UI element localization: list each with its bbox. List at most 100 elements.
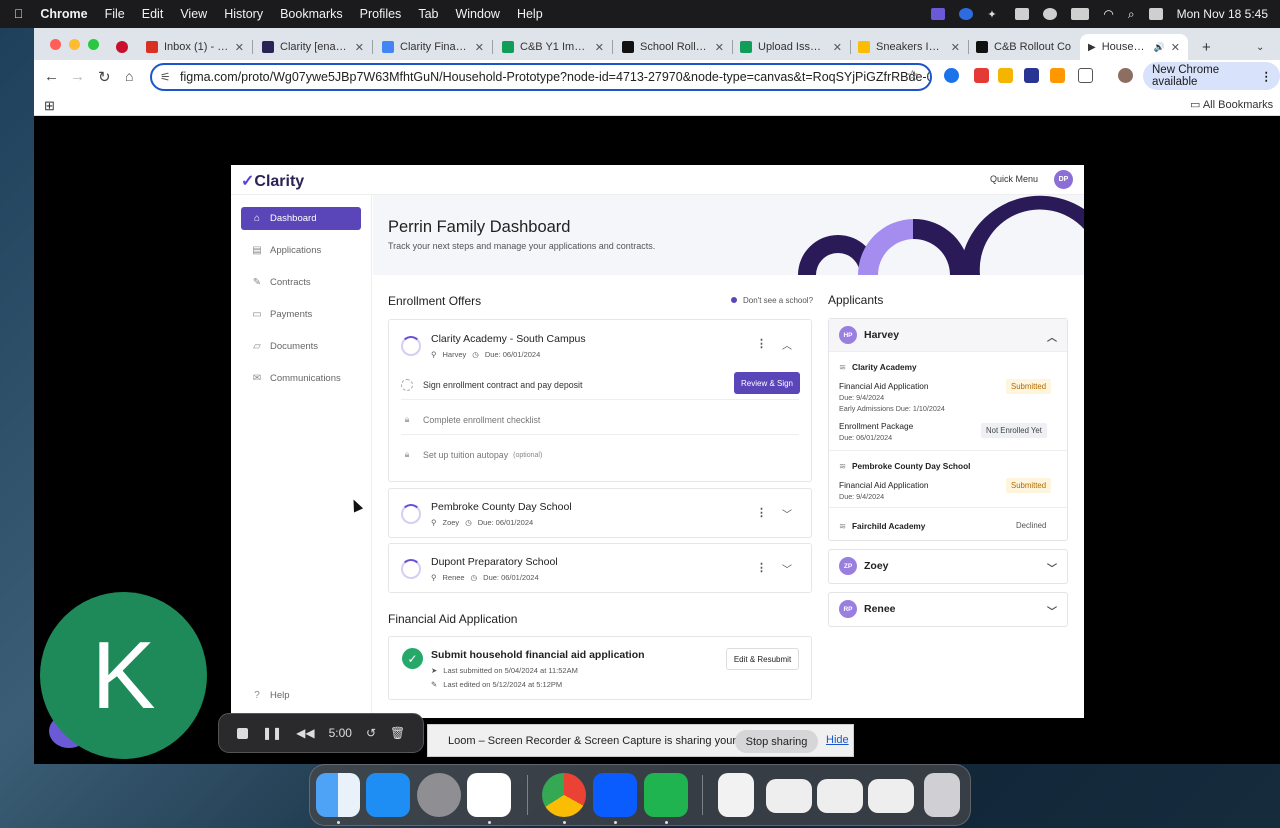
apps-grid-icon[interactable]: ⊞ <box>44 98 55 114</box>
zoom-window-button[interactable] <box>88 39 99 50</box>
reload-icon[interactable]: ↻ <box>98 68 111 86</box>
close-tab-icon[interactable]: ✕ <box>595 41 604 54</box>
tab-household-active[interactable]: ▶ Household 🔊 ✕ <box>1080 34 1188 60</box>
all-bookmarks[interactable]: ▭ All Bookmarks <box>1190 98 1273 111</box>
apple-icon[interactable]:  <box>14 7 23 21</box>
menu-edit[interactable]: Edit <box>142 7 164 21</box>
applicant-header[interactable]: HP Harvey ︿ <box>829 319 1067 351</box>
menu-tab[interactable]: Tab <box>418 7 438 21</box>
close-tab-icon[interactable]: ✕ <box>235 41 244 54</box>
extension-4-icon[interactable] <box>1024 68 1039 83</box>
stop-recording-icon[interactable] <box>237 727 248 739</box>
close-tab-icon[interactable]: ✕ <box>833 41 842 54</box>
quick-menu-button[interactable]: Quick Menu <box>990 174 1038 184</box>
more-options-icon[interactable]: ⋮ <box>756 337 767 350</box>
tab-upload-issues[interactable]: Upload Issues ✕ <box>732 34 850 60</box>
chevron-down-icon[interactable]: ﹀ <box>782 506 792 521</box>
applicant-header[interactable]: ZP Zoey ﹀ <box>829 550 1067 582</box>
user-avatar[interactable]: DP <box>1054 170 1073 189</box>
minimize-window-button[interactable] <box>69 39 80 50</box>
menu-bookmarks[interactable]: Bookmarks <box>280 7 343 21</box>
back-icon[interactable]: ← <box>44 68 59 85</box>
zoom-status-icon[interactable] <box>959 8 974 20</box>
spotlight-search-icon[interactable]: ⌕ <box>1128 7 1135 22</box>
bird-icon[interactable]: ✦ <box>987 8 1001 21</box>
tab-pinned[interactable] <box>108 34 138 60</box>
applicant-panel-renee[interactable]: RP Renee ﹀ <box>828 592 1068 627</box>
extension-3-icon[interactable] <box>998 68 1013 83</box>
clarity-logo[interactable]: ✓Clarity <box>241 171 304 191</box>
close-tab-icon[interactable]: ✕ <box>715 41 724 54</box>
close-window-button[interactable] <box>50 39 61 50</box>
chevron-down-icon[interactable]: ﹀ <box>1047 560 1057 575</box>
zoom-icon[interactable] <box>593 773 637 817</box>
sidebar-item-help[interactable]: ? Help <box>241 684 361 707</box>
webcam-avatar[interactable]: K <box>40 592 207 759</box>
chevron-down-icon[interactable]: ﹀ <box>782 561 792 576</box>
forward-icon[interactable]: → <box>70 68 85 85</box>
site-info-icon[interactable]: ⚟ <box>160 70 171 84</box>
menu-history[interactable]: History <box>224 7 263 21</box>
close-tab-icon[interactable]: ✕ <box>951 41 960 54</box>
enrollment-offer-card[interactable]: Pembroke County Day School ⚲ Zoey ◷ Due: 0… <box>388 488 812 538</box>
play-status-icon[interactable] <box>1043 8 1058 20</box>
tab-cb-rollout[interactable]: C&B Rollout Co <box>968 34 1080 60</box>
extension-2-icon[interactable] <box>974 68 989 83</box>
extensions-puzzle-icon[interactable] <box>1078 68 1093 83</box>
system-settings-icon[interactable] <box>417 773 461 817</box>
sidebar-item-communications[interactable]: ✉ Communications <box>241 367 361 390</box>
sidebar-item-payments[interactable]: ▭ Payments <box>241 303 361 326</box>
chevron-up-icon[interactable]: ︿ <box>1047 329 1057 344</box>
restart-icon[interactable]: ↺ <box>366 726 376 740</box>
tab-school-rollout[interactable]: School Rollout ✕ <box>614 34 732 60</box>
close-tab-icon[interactable]: ✕ <box>355 41 364 54</box>
close-tab-icon[interactable]: ✕ <box>1171 41 1180 54</box>
sidebar-item-applications[interactable]: ▤ Applications <box>241 239 361 262</box>
menu-window[interactable]: Window <box>455 7 499 21</box>
trash-bin-icon[interactable] <box>924 773 960 817</box>
dont-see-school-link[interactable]: Don't see a school? <box>731 296 813 305</box>
more-options-icon[interactable]: ⋮ <box>756 506 767 519</box>
wifi-icon[interactable]: ◠ <box>1103 7 1113 21</box>
more-options-icon[interactable]: ⋮ <box>756 561 767 574</box>
extension-5-icon[interactable] <box>1050 68 1065 83</box>
hide-banner-link[interactable]: Hide <box>826 734 849 746</box>
chrome-menu-icon[interactable]: ⋮ <box>1261 69 1273 83</box>
audio-icon[interactable]: 🔊 <box>1154 42 1165 53</box>
chrome-icon[interactable] <box>542 773 586 817</box>
close-tab-icon[interactable]: ✕ <box>475 41 484 54</box>
chevron-up-icon[interactable]: ︿ <box>782 337 792 352</box>
slack-icon[interactable] <box>467 773 511 817</box>
rewind-icon[interactable]: ◀◀ <box>296 726 314 740</box>
screen-share-icon[interactable] <box>931 8 946 20</box>
menu-file[interactable]: File <box>105 7 125 21</box>
address-bar[interactable]: ⚟ figma.com/proto/Wg07ywe5JBp7W63MfhtGuN… <box>150 63 932 91</box>
new-tab-button[interactable]: + <box>1194 34 1218 60</box>
tab-inbox[interactable]: Inbox (1) - kba ✕ <box>138 34 252 60</box>
tab-clarity-financial[interactable]: Clarity Financi ✕ <box>374 34 492 60</box>
stop-sharing-button[interactable]: Stop sharing <box>735 730 818 753</box>
menu-view[interactable]: View <box>180 7 207 21</box>
tab-cb-y1[interactable]: C&B Y1 Implem ✕ <box>494 34 612 60</box>
menu-help[interactable]: Help <box>517 7 543 21</box>
tab-clarity-enable[interactable]: Clarity [enable ✕ <box>254 34 372 60</box>
window-thumbnail-3-icon[interactable] <box>868 779 914 813</box>
sidebar-item-documents[interactable]: ▱ Documents <box>241 335 361 358</box>
finder-icon[interactable] <box>316 773 360 817</box>
profile-avatar[interactable] <box>1118 68 1133 83</box>
enrollment-offer-card[interactable]: Dupont Preparatory School ⚲ Renee ◷ Due: 0… <box>388 543 812 593</box>
menubar-clock[interactable]: Mon Nov 18 5:45 <box>1177 7 1268 21</box>
csv-file-icon[interactable] <box>718 773 754 817</box>
sidebar-item-contracts[interactable]: ✎ Contracts <box>241 271 361 294</box>
sidebar-item-dashboard[interactable]: ⌂ Dashboard <box>241 207 361 230</box>
new-chrome-available-button[interactable]: New Chrome available ⋮ <box>1143 62 1280 90</box>
control-center-icon[interactable] <box>1148 8 1163 20</box>
extension-1-icon[interactable] <box>944 68 959 83</box>
tab-search-icon[interactable]: ⌄ <box>1248 34 1274 60</box>
applicant-header[interactable]: RP Renee ﹀ <box>829 593 1067 625</box>
chevron-down-icon[interactable]: ﹀ <box>1047 603 1057 618</box>
numbers-icon[interactable] <box>644 773 688 817</box>
home-icon[interactable]: ⌂ <box>125 68 133 84</box>
edit-resubmit-button[interactable]: Edit & Resubmit <box>726 648 799 670</box>
window-thumbnail-2-icon[interactable] <box>817 779 863 813</box>
